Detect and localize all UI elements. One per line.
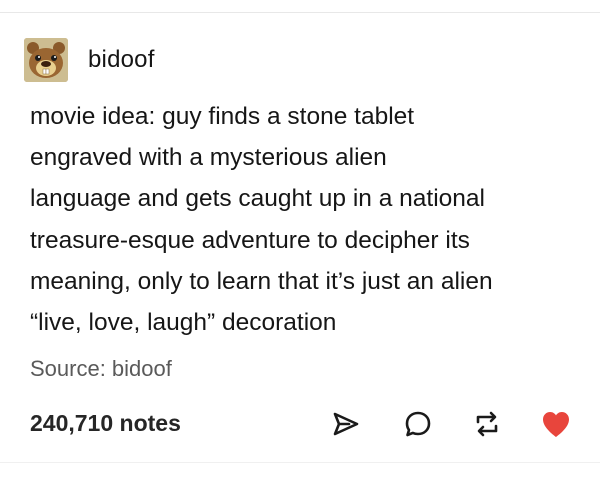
post-text-line: treasure-esque adventure to decipher its: [30, 226, 470, 254]
heart-icon: [540, 409, 572, 439]
post-text: movie idea: guy finds a stone tablet eng…: [30, 96, 575, 343]
share-icon: [331, 409, 361, 439]
bidoof-avatar-icon[interactable]: [24, 38, 68, 82]
heart-shape: [543, 412, 569, 437]
like-button[interactable]: [536, 404, 576, 444]
post-header: bidoof: [24, 38, 155, 82]
username[interactable]: bidoof: [88, 46, 155, 74]
reply-button[interactable]: [398, 404, 438, 444]
reblog-icon: [472, 409, 502, 439]
bottom-divider: [0, 462, 600, 463]
post-text-line: movie idea: guy finds a stone tablet: [30, 103, 415, 130]
reblog-button[interactable]: [467, 404, 507, 444]
post-text-line: “live, love, laugh” decoration: [30, 309, 337, 337]
share-button[interactable]: [326, 404, 366, 444]
post-text-line: language and gets caught up in a nationa…: [30, 185, 485, 213]
post-source-link[interactable]: Source: bidoof: [30, 356, 172, 382]
post-text-line: meaning, only to learn that it’s just an…: [30, 267, 493, 295]
top-divider: [0, 12, 600, 13]
post-text-line: engraved with a mysterious alien: [30, 144, 387, 172]
reply-icon: [403, 409, 433, 439]
post-actions: [0, 404, 600, 448]
